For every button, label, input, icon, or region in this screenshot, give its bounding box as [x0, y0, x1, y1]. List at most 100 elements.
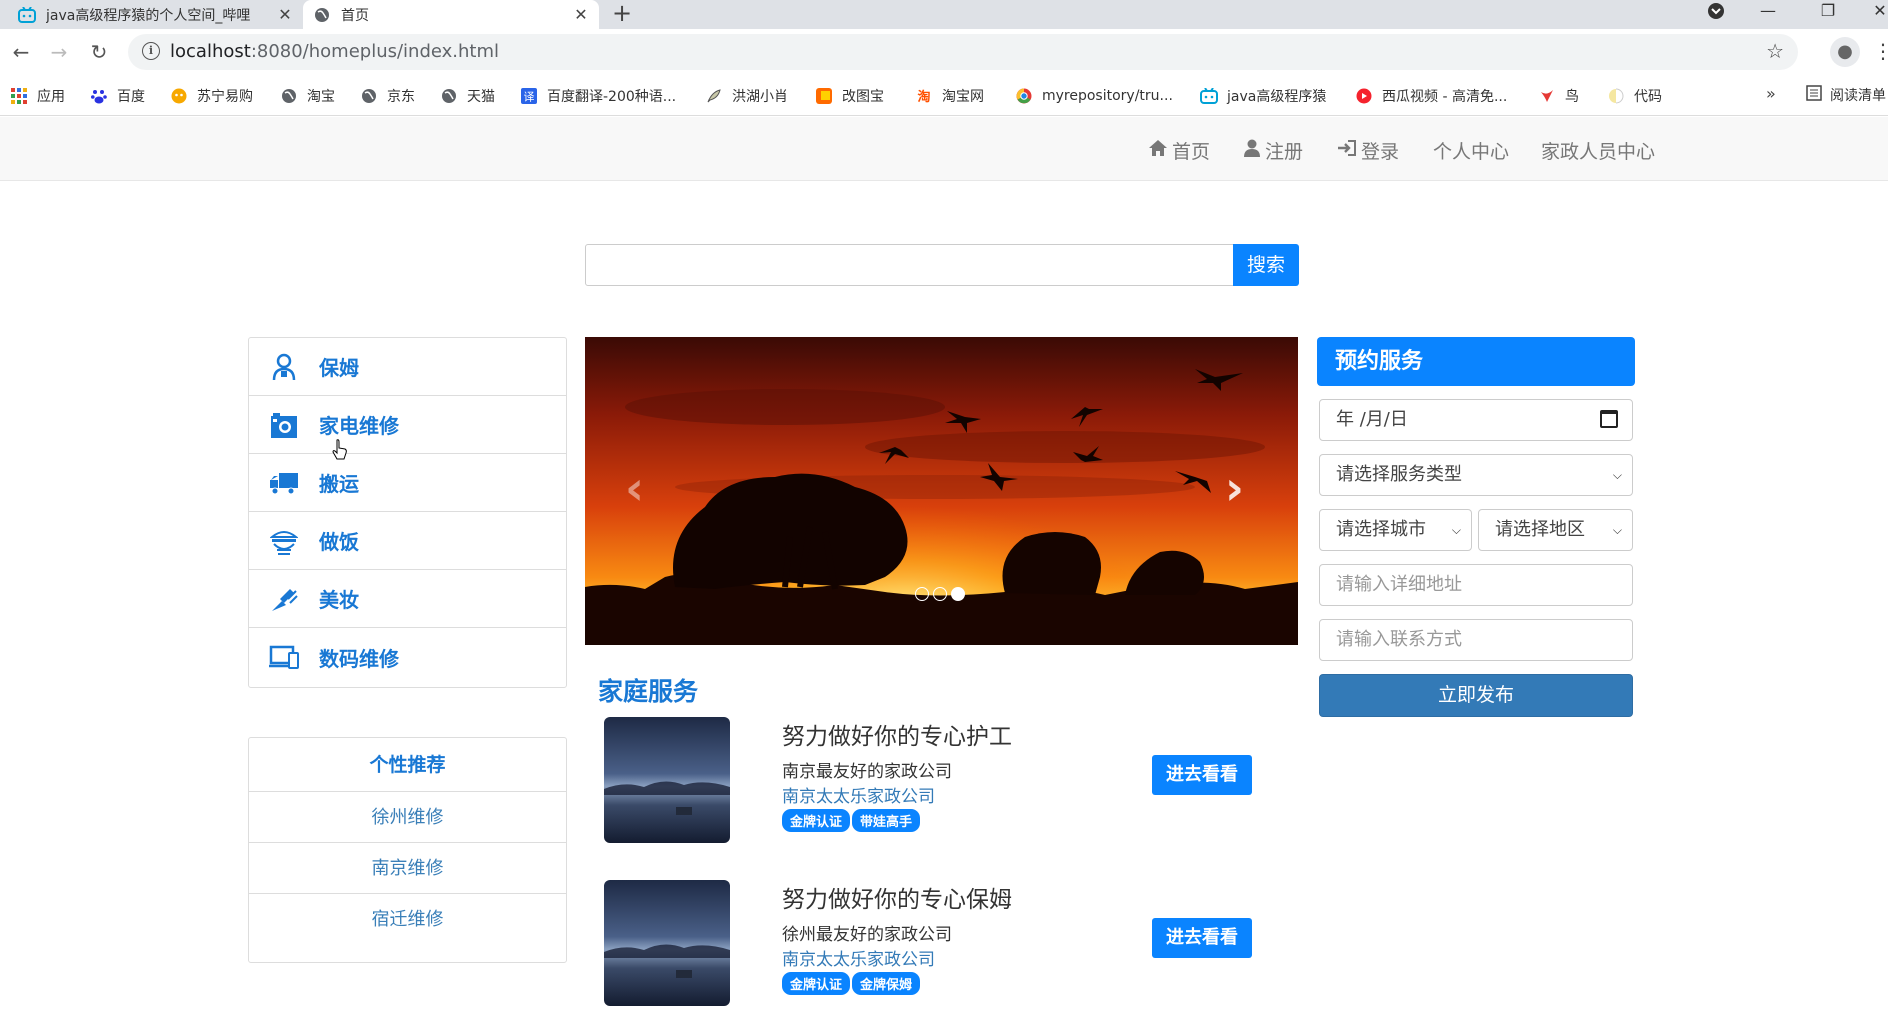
- carousel[interactable]: ‹ ›: [585, 337, 1298, 645]
- search-button[interactable]: 搜索: [1233, 244, 1299, 286]
- back-icon[interactable]: ←: [6, 39, 36, 67]
- bookmarks-more-button[interactable]: »: [1766, 84, 1776, 103]
- bookmark-item[interactable]: 西瓜视频 - 高清免...: [1355, 85, 1507, 107]
- bookmark-item[interactable]: 应用: [10, 85, 65, 107]
- bookmark-item[interactable]: 洪湖小肖: [705, 85, 788, 107]
- carousel-indicator[interactable]: [933, 587, 947, 601]
- svg-text:淘: 淘: [917, 89, 930, 104]
- category-item[interactable]: 做饭: [249, 512, 566, 570]
- service-type-select[interactable]: 请选择服务类型 ⌵: [1319, 454, 1633, 496]
- calendar-icon[interactable]: [1600, 410, 1618, 428]
- bookmark-label: 西瓜视频 - 高清免...: [1382, 89, 1508, 105]
- nav-register[interactable]: 注册: [1243, 137, 1303, 164]
- nav-home[interactable]: 首页: [1148, 137, 1210, 164]
- service-badges: 金牌认证 带娃高手: [782, 809, 922, 832]
- service-thumbnail[interactable]: [604, 717, 730, 843]
- minimize-icon[interactable]: —: [1748, 0, 1788, 29]
- baidu-paw-icon: [90, 87, 108, 105]
- bookmark-label: 鸟: [1565, 89, 1579, 105]
- code-icon: [1607, 87, 1625, 105]
- recommend-panel: 个性推荐 徐州维修 南京维修 宿迁维修: [248, 737, 567, 963]
- url-text: localhost:8080/homeplus/index.html: [170, 41, 500, 62]
- bookmark-item[interactable]: 京东: [360, 85, 415, 107]
- browser-tab-title: java高级程序猿的个人空间_哔哩: [46, 7, 251, 24]
- bookmark-item[interactable]: 淘淘宝网: [915, 85, 984, 107]
- bookmark-star-icon[interactable]: ☆: [1766, 39, 1784, 63]
- service-thumbnail[interactable]: [604, 880, 730, 1006]
- nav-login[interactable]: 登录: [1337, 137, 1399, 164]
- moving-truck-icon: [269, 468, 299, 498]
- bookmark-item[interactable]: 鸟: [1538, 85, 1579, 107]
- user-icon: [1243, 139, 1261, 162]
- publish-button[interactable]: 立即发布: [1319, 674, 1633, 717]
- chevron-down-icon: ⌵: [1612, 468, 1622, 482]
- omnibox[interactable]: i localhost:8080/homeplus/index.html ☆: [128, 34, 1798, 70]
- category-item[interactable]: 美妆: [249, 570, 566, 628]
- bookmark-label: myrepository/tru...: [1042, 88, 1173, 104]
- bookmark-label: 京东: [387, 89, 415, 105]
- category-label: 搬运: [319, 472, 359, 496]
- city-select[interactable]: 请选择城市 ⌵: [1319, 509, 1472, 551]
- window-close-icon[interactable]: ✕: [1860, 0, 1888, 29]
- carousel-indicators: [915, 587, 969, 601]
- globe-icon: [440, 87, 458, 105]
- close-tab-icon[interactable]: ✕: [571, 5, 591, 24]
- restore-icon[interactable]: ❐: [1808, 0, 1848, 29]
- bookmark-item[interactable]: 百度: [90, 85, 145, 107]
- new-tab-icon[interactable]: +: [612, 0, 632, 29]
- bookmark-item[interactable]: 代码: [1607, 85, 1662, 107]
- search-input[interactable]: [585, 244, 1235, 286]
- reading-list-button[interactable]: 阅读清单: [1806, 85, 1886, 105]
- close-tab-icon[interactable]: ✕: [275, 5, 295, 24]
- browser-tab-home[interactable]: 首页 ✕: [303, 0, 599, 29]
- site-info-icon[interactable]: i: [142, 42, 160, 60]
- view-details-button[interactable]: 进去看看: [1152, 755, 1252, 795]
- category-item[interactable]: 搬运: [249, 454, 566, 512]
- bookmark-item[interactable]: 淘宝: [280, 85, 335, 107]
- bookmark-item[interactable]: 苏宁易购: [170, 85, 253, 107]
- forward-icon[interactable]: →: [44, 39, 74, 67]
- bookmark-item[interactable]: java高级程序猿: [1200, 85, 1326, 107]
- bookmark-item[interactable]: 天猫: [440, 85, 495, 107]
- bookmark-item[interactable]: 译百度翻译-200种语...: [520, 85, 676, 107]
- browser-tab-title: 首页: [341, 7, 369, 24]
- recommend-item[interactable]: 徐州维修: [249, 792, 566, 843]
- makeup-icon: [269, 584, 299, 614]
- menu-dots-icon[interactable]: ⋮: [1873, 39, 1888, 63]
- category-label: 家电维修: [319, 414, 399, 438]
- bookmark-label: 淘宝网: [942, 89, 984, 105]
- category-item[interactable]: 数码维修: [249, 628, 566, 686]
- date-input[interactable]: 年 /月/日: [1319, 399, 1633, 441]
- nav-staff-center[interactable]: 家政人员中心: [1541, 137, 1655, 164]
- translate-icon: 译: [520, 87, 538, 105]
- bookmark-item[interactable]: myrepository/tru...: [1015, 85, 1173, 107]
- service-company-link[interactable]: 南京太太乐家政公司: [782, 945, 935, 970]
- carousel-indicator[interactable]: [915, 587, 929, 601]
- recommend-item[interactable]: 南京维修: [249, 843, 566, 894]
- bookmarks-bar: 应用 百度 苏宁易购 淘宝 京东 天猫 译百度翻译-200种语... 洪湖小肖 改图宝 淘淘宝网 m…: [0, 76, 1888, 116]
- category-item[interactable]: 家电维修: [249, 396, 566, 454]
- recommend-item[interactable]: 宿迁维修: [249, 894, 566, 945]
- carousel-prev-button[interactable]: ‹: [625, 465, 644, 511]
- feather-icon: [705, 87, 723, 105]
- address-input[interactable]: 请输入详细地址: [1319, 564, 1633, 606]
- bookmark-label: 洪湖小肖: [732, 89, 788, 105]
- category-item[interactable]: 保姆: [249, 338, 566, 396]
- service-card: 努力做好你的专心保姆 徐州最友好的家政公司 南京太太乐家政公司 金牌认证 金牌保姆 进去看…: [604, 880, 1254, 1008]
- bookmark-label: java高级程序猿: [1227, 89, 1327, 105]
- category-panel: 保姆家电维修搬运做饭 美妆 数码维修: [248, 337, 567, 688]
- carousel-next-button[interactable]: ›: [1225, 465, 1244, 511]
- appliance-repair-icon: [269, 410, 299, 440]
- service-company-link[interactable]: 南京太太乐家政公司: [782, 782, 935, 807]
- view-details-button[interactable]: 进去看看: [1152, 918, 1252, 958]
- tab-search-icon[interactable]: [1696, 0, 1736, 29]
- bookmark-item[interactable]: 改图宝: [815, 85, 884, 107]
- browser-tab-bilibili[interactable]: java高级程序猿的个人空间_哔哩 ✕: [8, 0, 303, 29]
- profile-avatar-icon[interactable]: ●: [1830, 37, 1860, 67]
- carousel-indicator[interactable]: [951, 587, 965, 601]
- contact-input[interactable]: 请输入联系方式: [1319, 619, 1633, 661]
- reload-icon[interactable]: ↻: [84, 39, 114, 67]
- area-select[interactable]: 请选择地区 ⌵: [1478, 509, 1633, 551]
- nav-personal-center[interactable]: 个人中心: [1433, 137, 1509, 164]
- service-title: 努力做好你的专心保姆: [782, 887, 1012, 913]
